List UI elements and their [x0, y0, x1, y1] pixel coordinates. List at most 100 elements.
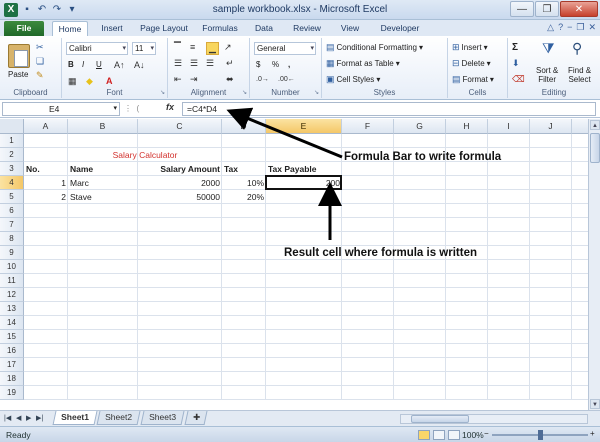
column-header-c[interactable]: C [138, 119, 222, 134]
find-select-button[interactable]: Find & Select [568, 66, 591, 84]
scroll-up-icon[interactable]: ▲ [590, 120, 600, 130]
merge-center-icon[interactable]: ⬌ [226, 74, 234, 85]
underline-button[interactable]: U [96, 60, 102, 69]
orientation-icon[interactable]: ↗ [224, 42, 232, 53]
page-layout-view-icon[interactable] [433, 430, 445, 440]
format-as-table-button[interactable]: ▦ Format as Table ▾ [326, 58, 400, 69]
zoom-slider-thumb[interactable] [538, 430, 543, 440]
row-header-17[interactable]: 17 [0, 358, 24, 372]
cell-e3-header[interactable]: Tax Payable [266, 162, 342, 176]
tab-page-layout[interactable]: Page Layout [136, 21, 192, 36]
insert-sheet-icon[interactable]: ✚ [184, 411, 208, 425]
normal-view-icon[interactable] [418, 430, 430, 440]
first-sheet-icon[interactable]: |◀ [4, 414, 11, 422]
delete-cells-button[interactable]: ⊟ Delete ▾ [452, 58, 491, 69]
align-bottom-icon[interactable]: ▁ [206, 42, 219, 55]
fill-color-icon[interactable]: ◆ [86, 76, 93, 87]
tab-view[interactable]: View [334, 21, 366, 36]
row-header-1[interactable]: 1 [0, 134, 24, 148]
column-header-h[interactable]: H [446, 119, 488, 134]
column-header-d[interactable]: D [222, 119, 266, 134]
insert-function-button[interactable]: fx [166, 102, 174, 112]
vertical-scrollbar[interactable]: ▲ ▼ [588, 119, 600, 410]
cell-a5[interactable]: 2 [24, 190, 68, 204]
cell-a3-header[interactable]: No. [24, 162, 68, 176]
paste-icon[interactable] [8, 44, 30, 68]
align-left-icon[interactable]: ☰ [174, 58, 182, 69]
align-middle-icon[interactable]: ≡ [190, 42, 195, 52]
tab-formulas[interactable]: Formulas [198, 21, 242, 36]
column-header-a[interactable]: A [24, 119, 68, 134]
prev-sheet-icon[interactable]: ◀ [16, 414, 21, 422]
align-center-icon[interactable]: ☰ [190, 58, 198, 69]
format-painter-icon[interactable]: ✎ [36, 70, 44, 81]
column-header-j[interactable]: J [530, 119, 572, 134]
maximize-button[interactable]: ❐ [535, 1, 559, 17]
autosum-button[interactable]: Σ [512, 42, 518, 53]
insert-cells-button[interactable]: ⊞ Insert ▾ [452, 42, 488, 53]
workbook-restore-icon[interactable]: ❐ [576, 22, 584, 33]
row-header-14[interactable]: 14 [0, 316, 24, 330]
increase-indent-icon[interactable]: ⇥ [190, 74, 198, 85]
cell-c3-header[interactable]: Salary Amount [138, 162, 222, 176]
percent-button[interactable]: % [272, 60, 279, 69]
cell-c5[interactable]: 50000 [138, 190, 222, 204]
decrease-indent-icon[interactable]: ⇤ [174, 74, 182, 85]
row-header-2[interactable]: 2 [0, 148, 24, 162]
row-header-12[interactable]: 12 [0, 288, 24, 302]
row-header-7[interactable]: 7 [0, 218, 24, 232]
cut-icon[interactable]: ✂ [36, 42, 44, 53]
select-all-button[interactable] [0, 119, 24, 134]
next-sheet-icon[interactable]: ▶ [26, 414, 31, 422]
paste-button[interactable]: Paste [8, 70, 28, 79]
format-cells-button[interactable]: ▤ Format ▾ [452, 74, 494, 85]
italic-button[interactable]: I [82, 60, 84, 69]
row-header-13[interactable]: 13 [0, 302, 24, 316]
font-name-combo[interactable]: Calibri ▾ [66, 42, 128, 55]
row-header-5[interactable]: 5 [0, 190, 24, 204]
close-button[interactable]: ✕ [560, 1, 598, 17]
sort-filter-button[interactable]: Sort & Filter [536, 66, 558, 84]
cell-b3-header[interactable]: Name [68, 162, 138, 176]
zoom-level[interactable]: 100% [462, 430, 484, 440]
row-header-11[interactable]: 11 [0, 274, 24, 288]
sheet-tab-1[interactable]: Sheet1 [52, 411, 98, 425]
row-header-10[interactable]: 10 [0, 260, 24, 274]
number-format-combo[interactable]: General ▾ [254, 42, 316, 55]
cell-d4[interactable]: 10% [222, 176, 266, 190]
copy-icon[interactable]: ❏ [36, 56, 44, 67]
formula-input[interactable]: =C4*D4 [182, 102, 596, 116]
page-break-view-icon[interactable] [448, 430, 460, 440]
name-box[interactable]: E4 ▾ [2, 102, 120, 116]
scroll-down-icon[interactable]: ▼ [590, 399, 600, 409]
workbook-close-icon[interactable]: ✕ [588, 22, 596, 33]
cell-e5[interactable] [266, 190, 342, 204]
column-header-b[interactable]: B [68, 119, 138, 134]
row-header-15[interactable]: 15 [0, 330, 24, 344]
help-icon[interactable]: ? [558, 22, 563, 33]
zoom-out-button[interactable]: − [484, 429, 489, 438]
tab-data[interactable]: Data [248, 21, 280, 36]
cell-a4[interactable]: 1 [24, 176, 68, 190]
row-header-19[interactable]: 19 [0, 386, 24, 400]
tab-insert[interactable]: Insert [94, 21, 130, 36]
font-size-combo[interactable]: 11 ▾ [132, 42, 156, 55]
comma-button[interactable]: , [288, 60, 290, 69]
zoom-in-button[interactable]: + [590, 429, 595, 438]
shrink-font-icon[interactable]: A↓ [134, 60, 145, 70]
row-header-6[interactable]: 6 [0, 204, 24, 218]
font-dialog-launcher-icon[interactable]: ↘ [160, 89, 165, 96]
workbook-minimize-icon[interactable]: − [567, 22, 572, 33]
horizontal-scroll-thumb[interactable] [411, 415, 469, 423]
row-header-18[interactable]: 18 [0, 372, 24, 386]
row-header-4[interactable]: 4 [0, 176, 24, 190]
last-sheet-icon[interactable]: ▶| [36, 414, 43, 422]
cell-d5[interactable]: 20% [222, 190, 266, 204]
cell-b4[interactable]: Marc [68, 176, 138, 190]
font-color-icon[interactable]: A [106, 76, 113, 86]
tab-file[interactable]: File [4, 21, 44, 36]
find-select-icon[interactable]: ⚲ [572, 40, 582, 57]
tab-developer[interactable]: Developer [374, 21, 426, 36]
tab-home[interactable]: Home [52, 21, 88, 36]
minimize-button[interactable]: — [510, 1, 534, 17]
